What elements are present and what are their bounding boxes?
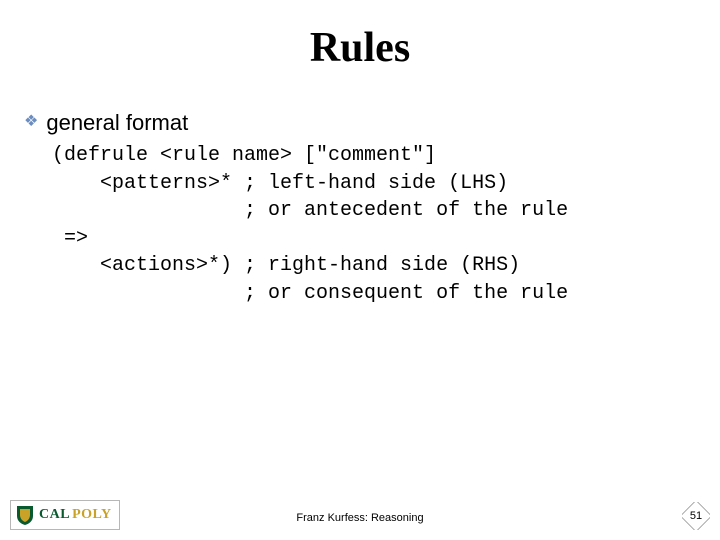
code-line: <actions>*) ; right-hand side (RHS) (52, 254, 520, 277)
slide: Rules ❖ general format (defrule <rule na… (0, 0, 720, 540)
code-line: ; or consequent of the rule (52, 282, 568, 305)
code-block: (defrule <rule name> ["comment"] <patter… (52, 142, 696, 308)
diamond-bullet-icon: ❖ (24, 114, 38, 130)
bullet-text: general format (46, 110, 188, 136)
calpoly-logo: CAL POLY (10, 500, 120, 530)
shield-icon (15, 504, 35, 526)
code-line: ; or antecedent of the rule (52, 199, 568, 222)
bullet-item: ❖ general format (24, 110, 696, 136)
logo-text: CAL POLY (39, 507, 112, 523)
slide-title: Rules (0, 24, 720, 72)
slide-body: ❖ general format (defrule <rule name> ["… (24, 110, 696, 308)
code-line: (defrule <rule name> ["comment"] (52, 144, 436, 167)
page-number-badge: 51 (682, 502, 710, 530)
page-number: 51 (682, 502, 710, 530)
logo-cal: CAL (39, 507, 70, 523)
code-line: <patterns>* ; left-hand side (LHS) (52, 172, 508, 195)
code-line: => (52, 227, 88, 250)
logo-poly: POLY (72, 507, 112, 523)
